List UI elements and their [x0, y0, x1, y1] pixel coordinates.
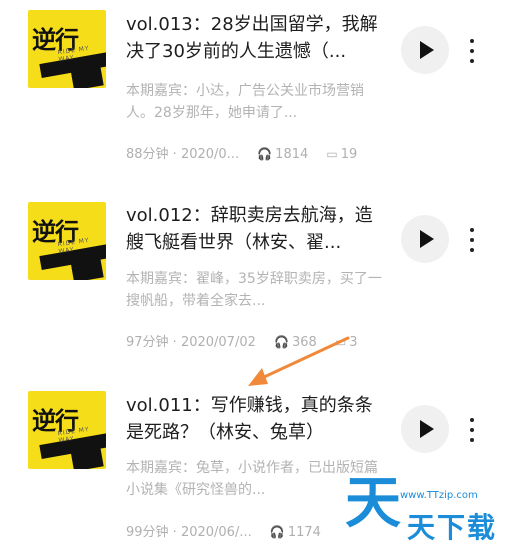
annotation-arrow: [248, 336, 350, 386]
watermark-url: www.TTzip.com: [400, 490, 478, 501]
watermark-text: 天下载: [407, 511, 498, 544]
watermark-logo: 天: [345, 471, 401, 536]
watermark: 天 www.TTzip.com 天下载: [345, 470, 507, 549]
